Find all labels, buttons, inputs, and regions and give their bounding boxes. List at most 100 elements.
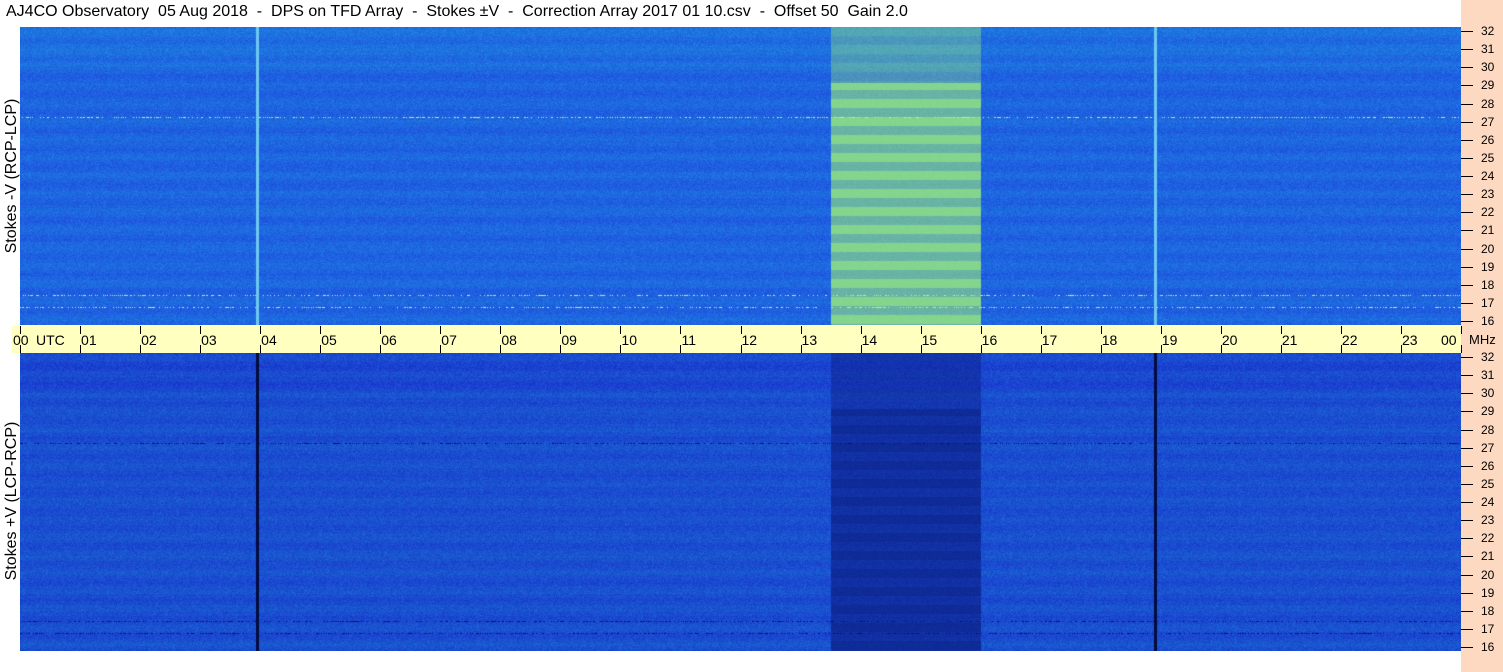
frequency-tick-label: 26 bbox=[1481, 458, 1495, 473]
frequency-tick bbox=[1461, 230, 1473, 232]
frequency-tick-label: 17 bbox=[1481, 621, 1495, 636]
frequency-tick bbox=[1461, 357, 1473, 358]
frequency-tick-label: 21 bbox=[1481, 549, 1495, 564]
time-unit-label: UTC bbox=[36, 332, 65, 348]
frequency-tick bbox=[1461, 302, 1473, 304]
frequency-tick-label: 28 bbox=[1481, 422, 1495, 437]
frequency-tick-label: 29 bbox=[1481, 404, 1495, 419]
frequency-tick bbox=[1461, 103, 1473, 105]
frequency-tick-label: 24 bbox=[1481, 169, 1495, 183]
frequency-tick bbox=[1461, 411, 1473, 413]
time-tick-label: 13 bbox=[801, 332, 818, 348]
frequency-tick-label: 31 bbox=[1481, 42, 1495, 57]
panel-label-bottom: Stokes +V (LCP-RCP) bbox=[3, 421, 20, 581]
frequency-tick bbox=[1461, 574, 1473, 576]
time-tick-label: 07 bbox=[441, 332, 457, 348]
frequency-tick bbox=[1461, 194, 1473, 196]
frequency-tick-label: 18 bbox=[1481, 603, 1495, 618]
frequency-tick-label: 16 bbox=[1481, 314, 1495, 328]
frequency-tick bbox=[1461, 321, 1473, 322]
frequency-tick-label: 25 bbox=[1481, 150, 1495, 165]
time-tick bbox=[1461, 345, 1462, 353]
frequency-tick bbox=[1461, 628, 1473, 630]
frequency-tick bbox=[1461, 67, 1473, 69]
frequency-tick-label: 20 bbox=[1481, 241, 1495, 256]
frequency-tick bbox=[1461, 520, 1473, 522]
frequency-tick-label: 30 bbox=[1481, 386, 1495, 401]
frequency-tick-label: 20 bbox=[1481, 567, 1495, 582]
time-tick-label: 00 bbox=[1441, 332, 1457, 348]
time-tick-label: 16 bbox=[981, 332, 998, 348]
frequency-tick-label: 17 bbox=[1481, 295, 1495, 310]
time-tick-label: 18 bbox=[1101, 332, 1118, 348]
frequency-tick-label: 21 bbox=[1481, 223, 1495, 238]
frequency-tick bbox=[1461, 85, 1473, 87]
panel-label-top: Stokes -V (RCP-LCP) bbox=[3, 98, 20, 254]
frequency-tick-label: 27 bbox=[1481, 440, 1495, 455]
frequency-tick-label: 31 bbox=[1481, 368, 1495, 383]
frequency-tick bbox=[1461, 157, 1473, 159]
frequency-tick bbox=[1461, 139, 1473, 141]
time-tick-label: 21 bbox=[1281, 332, 1298, 348]
frequency-tick bbox=[1461, 393, 1473, 395]
frequency-tick bbox=[1461, 266, 1473, 268]
time-tick-label: 08 bbox=[501, 332, 517, 348]
frequency-tick-label: 25 bbox=[1481, 476, 1495, 491]
time-tick-label: 19 bbox=[1161, 332, 1178, 348]
frequency-tick bbox=[1461, 465, 1473, 467]
frequency-tick bbox=[1461, 121, 1473, 123]
frequency-tick bbox=[1461, 538, 1473, 540]
time-tick-label: 05 bbox=[321, 332, 337, 348]
frequency-tick bbox=[1461, 592, 1473, 594]
frequency-tick-label: 30 bbox=[1481, 60, 1495, 75]
frequency-tick bbox=[1461, 502, 1473, 503]
frequency-tick bbox=[1461, 176, 1473, 177]
frequency-tick-label: 26 bbox=[1481, 132, 1495, 147]
time-tick-label: 15 bbox=[921, 332, 938, 348]
time-tick-label: 14 bbox=[861, 332, 878, 348]
frequency-tick bbox=[1461, 284, 1473, 286]
frequency-tick bbox=[1461, 49, 1473, 51]
time-tick-label: 12 bbox=[741, 332, 758, 348]
frequency-tick bbox=[1461, 248, 1473, 250]
time-tick-label: 01 bbox=[81, 332, 97, 348]
frequency-tick-label: 16 bbox=[1481, 640, 1495, 654]
frequency-tick bbox=[1461, 483, 1473, 485]
frequency-tick bbox=[1461, 556, 1473, 558]
time-tick-label: 02 bbox=[141, 332, 157, 348]
frequency-tick bbox=[1461, 212, 1473, 214]
frequency-tick-label: 19 bbox=[1481, 585, 1495, 600]
frequency-tick-label: 27 bbox=[1481, 114, 1495, 129]
frequency-tick bbox=[1461, 375, 1473, 377]
frequency-tick bbox=[1461, 447, 1473, 449]
time-axis-bar bbox=[12, 326, 1461, 353]
spectrogram-bottom bbox=[20, 353, 1461, 651]
frequency-tick-label: 29 bbox=[1481, 78, 1495, 93]
frequency-tick-label: 23 bbox=[1481, 513, 1495, 528]
frequency-tick bbox=[1461, 610, 1473, 612]
frequency-tick bbox=[1461, 647, 1473, 648]
time-tick bbox=[1461, 326, 1462, 334]
frequency-tick-label: 18 bbox=[1481, 277, 1495, 292]
time-tick-label: 23 bbox=[1401, 332, 1418, 348]
time-tick-label: 10 bbox=[621, 332, 637, 348]
time-tick-label: 06 bbox=[381, 332, 397, 348]
time-tick-label: 03 bbox=[201, 332, 217, 348]
frequency-tick-label: 22 bbox=[1481, 205, 1495, 220]
time-tick-label: 17 bbox=[1041, 332, 1058, 348]
time-tick-label: 11 bbox=[681, 332, 696, 348]
frequency-tick bbox=[1461, 429, 1473, 431]
frequency-tick-label: 24 bbox=[1481, 495, 1495, 509]
frequency-tick-label: 19 bbox=[1481, 259, 1495, 274]
time-tick-label: 22 bbox=[1341, 332, 1358, 348]
time-tick-label: 04 bbox=[261, 332, 277, 348]
chart-title: AJ4CO Observatory 05 Aug 2018 - DPS on T… bbox=[6, 3, 908, 20]
frequency-tick-label: 32 bbox=[1481, 350, 1495, 364]
frequency-tick-label: 32 bbox=[1481, 24, 1495, 38]
spectrogram-top bbox=[20, 27, 1461, 325]
frequency-unit-label: MHz bbox=[1469, 332, 1496, 347]
frequency-tick bbox=[1461, 31, 1473, 32]
frequency-tick-label: 28 bbox=[1481, 96, 1495, 111]
frequency-tick-label: 23 bbox=[1481, 187, 1495, 202]
time-tick-label: 00 bbox=[13, 332, 29, 348]
